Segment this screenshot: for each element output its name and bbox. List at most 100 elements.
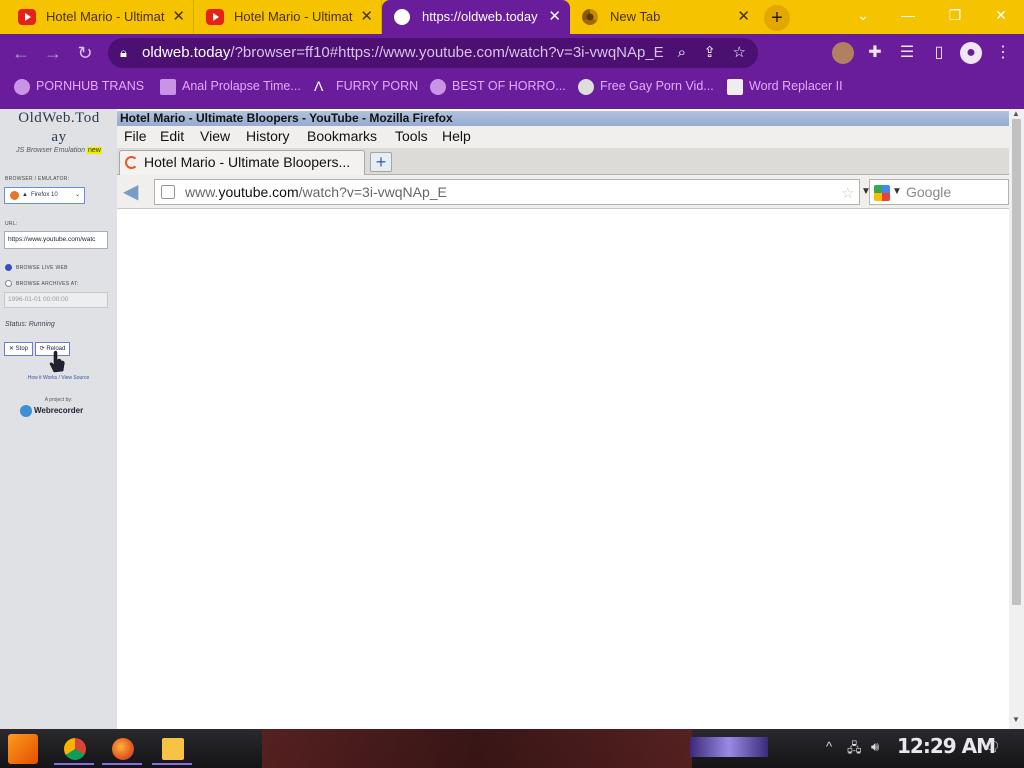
firefox-menu-bar: File Edit View History Bookmarks Tools H… xyxy=(117,126,1009,148)
scroll-thumb[interactable] xyxy=(1012,119,1021,605)
bookmark-globe-icon xyxy=(14,79,30,95)
stop-button[interactable]: ✕ Stop xyxy=(4,342,33,356)
menu-kebab-icon[interactable]: ⋮ xyxy=(992,42,1014,64)
tray-chevron-icon[interactable]: ^ xyxy=(826,739,832,754)
reading-list-icon[interactable]: ☰ xyxy=(896,42,918,64)
bookmark-item[interactable]: Anal Prolapse Time... xyxy=(160,72,301,103)
browse-archives-label: BROWSE ARCHIVES AT: xyxy=(16,281,79,287)
menu-history[interactable]: History xyxy=(246,126,290,147)
minimize-icon[interactable]: — xyxy=(888,0,928,30)
notification-icon[interactable]: 🗨︎ xyxy=(984,739,1001,755)
firefox-tab-title: Hotel Mario - Ultimate Bloopers... xyxy=(144,154,351,170)
menu-file[interactable]: File xyxy=(124,126,147,147)
firefox-url-bar[interactable]: www.youtube.com/watch?v=3i-vwqNAp_E ☆ ▼ … xyxy=(154,179,893,206)
chrome-tab-2[interactable]: Hotel Mario - Ultimat ✕ xyxy=(194,0,382,34)
close-tab-icon[interactable]: ✕ xyxy=(548,0,561,34)
url-host: oldweb.today xyxy=(142,44,231,61)
chrome-icon xyxy=(64,738,86,760)
back-arrow-icon[interactable]: ← xyxy=(8,40,34,66)
linux-icon: ▲ xyxy=(22,192,28,198)
close-tab-icon[interactable]: ✕ xyxy=(172,0,185,34)
zoom-icon[interactable]: ⌕ xyxy=(678,38,686,68)
webrecorder-link[interactable]: Webrecorder xyxy=(20,405,83,417)
start-button[interactable] xyxy=(8,734,38,764)
extensions-puzzle-icon[interactable]: ✚ xyxy=(864,42,886,64)
share-icon[interactable]: ⇪ xyxy=(703,38,716,68)
bookmark-star-icon[interactable]: ☆ xyxy=(733,38,746,68)
chrome-tab-4[interactable]: New Tab ✕ xyxy=(570,0,758,34)
url-path: /watch?v=3i-vwqNAp_E xyxy=(298,184,447,200)
firefox-new-tab-button[interactable]: + xyxy=(370,152,392,172)
scroll-down-icon[interactable]: ▼ xyxy=(1012,715,1020,724)
forward-arrow-icon[interactable]: → xyxy=(40,40,66,66)
chrome-tab-title: Hotel Mario - Ultimat xyxy=(234,9,353,24)
toolbar-divider xyxy=(0,103,1024,109)
browser-select[interactable]: ▲ Firefox 10 ⌄ xyxy=(4,187,85,204)
firefox-title-bar: Hotel Mario - Ultimate Bloopers - YouTub… xyxy=(117,111,1009,126)
site-identity-icon xyxy=(161,185,175,199)
back-arrow-icon[interactable]: ◀ xyxy=(123,182,138,202)
reload-icon[interactable]: ↻ xyxy=(72,40,98,66)
bookmark-a-icon: Λ xyxy=(314,78,324,94)
oldweb-subtitle: JS Browser Emulation new xyxy=(4,147,114,154)
bookmark-item[interactable]: Free Gay Porn Vid... xyxy=(578,72,714,103)
taskbar-chrome[interactable] xyxy=(54,733,94,765)
bookmark-label: Anal Prolapse Time... xyxy=(182,79,301,93)
extension-avatar-icon[interactable] xyxy=(832,42,854,64)
volume-icon[interactable]: 🔊︎ xyxy=(871,739,879,755)
menu-edit[interactable]: Edit xyxy=(160,126,184,147)
how-it-works-link[interactable]: How it Works / View Source xyxy=(0,375,117,381)
chrome-tab-3-active[interactable]: https://oldweb.today ✕ xyxy=(382,0,570,34)
bookmark-item[interactable]: BEST OF HORRO... xyxy=(430,72,566,103)
oldweb-icon xyxy=(394,9,410,25)
oldweb-logo[interactable]: OldWeb.Tod ay xyxy=(4,109,114,147)
network-icon[interactable]: 🖧︎ xyxy=(847,739,862,761)
scroll-up-icon[interactable]: ▲ xyxy=(1012,109,1020,118)
bookmark-star-icon[interactable]: ☆ xyxy=(841,182,854,206)
chevron-down-icon[interactable]: ▼ xyxy=(892,180,902,204)
profile-icon[interactable]: ● xyxy=(960,42,982,64)
address-bar[interactable]: 🔒︎ oldweb.today/?browser=ff10#https://ww… xyxy=(108,38,758,68)
bookmark-wr-icon xyxy=(727,79,743,95)
side-panel-icon[interactable]: ▯ xyxy=(928,42,950,64)
menu-view[interactable]: View xyxy=(200,126,230,147)
tab-search-icon[interactable]: ⌄ xyxy=(843,0,883,30)
webrecorder-logo-icon xyxy=(20,405,32,417)
close-window-icon[interactable]: ✕ xyxy=(981,0,1021,30)
chrome-tab-1[interactable]: Hotel Mario - Ultimat ✕ xyxy=(6,0,194,34)
close-tab-icon[interactable]: ✕ xyxy=(737,0,750,34)
close-tab-icon[interactable]: ✕ xyxy=(360,0,373,34)
oldweb-sidebar: OldWeb.Tod ay JS Browser Emulation new B… xyxy=(0,109,117,729)
google-icon xyxy=(874,185,890,201)
emulated-firefox-window: Hotel Mario - Ultimate Bloopers - YouTub… xyxy=(117,111,1009,729)
bookmark-item[interactable]: Λ FURRY PORN xyxy=(314,72,418,103)
firefox-search-box[interactable]: ▼ Google xyxy=(869,179,1009,205)
browse-live-radio[interactable] xyxy=(5,264,12,271)
new-tab-button[interactable]: + xyxy=(764,5,790,31)
bookmark-label: Word Replacer II xyxy=(749,79,843,93)
firefox-icon xyxy=(10,191,19,200)
archive-date-input[interactable]: 1996-01-01 00:00:00 xyxy=(4,292,108,308)
firefox-tab[interactable]: Hotel Mario - Ultimate Bloopers... xyxy=(119,150,365,175)
menu-bookmarks[interactable]: Bookmarks xyxy=(307,126,377,147)
page-scrollbar[interactable]: ▲ ▼ xyxy=(1009,109,1024,729)
youtube-icon xyxy=(206,9,224,25)
firefox-icon xyxy=(112,738,134,760)
oldweb-url-input[interactable]: https://www.youtube.com/watc xyxy=(4,231,108,249)
taskbar-file-explorer[interactable] xyxy=(152,733,192,765)
url-path: /?browser=ff10#https://www.youtube.com/w… xyxy=(230,44,664,61)
webrecorder-label: Webrecorder xyxy=(34,406,84,415)
browse-archives-radio[interactable] xyxy=(5,280,12,287)
menu-tools[interactable]: Tools xyxy=(395,126,428,147)
bookmark-item[interactable]: Word Replacer II xyxy=(727,72,843,103)
chevron-down-icon: ⌄ xyxy=(74,192,80,198)
restore-icon[interactable]: ❐ xyxy=(935,0,975,30)
bookmark-item[interactable]: PORNHUB TRANS xyxy=(14,72,144,103)
taskbar-firefox[interactable] xyxy=(102,733,142,765)
new-badge: new xyxy=(86,147,102,154)
bookmark-globe-icon xyxy=(430,79,446,95)
loading-spinner-icon xyxy=(125,156,138,169)
taskbar-clock[interactable]: 12:29 AM xyxy=(897,734,996,758)
firefox-page-content[interactable] xyxy=(117,209,1009,729)
menu-help[interactable]: Help xyxy=(442,126,471,147)
